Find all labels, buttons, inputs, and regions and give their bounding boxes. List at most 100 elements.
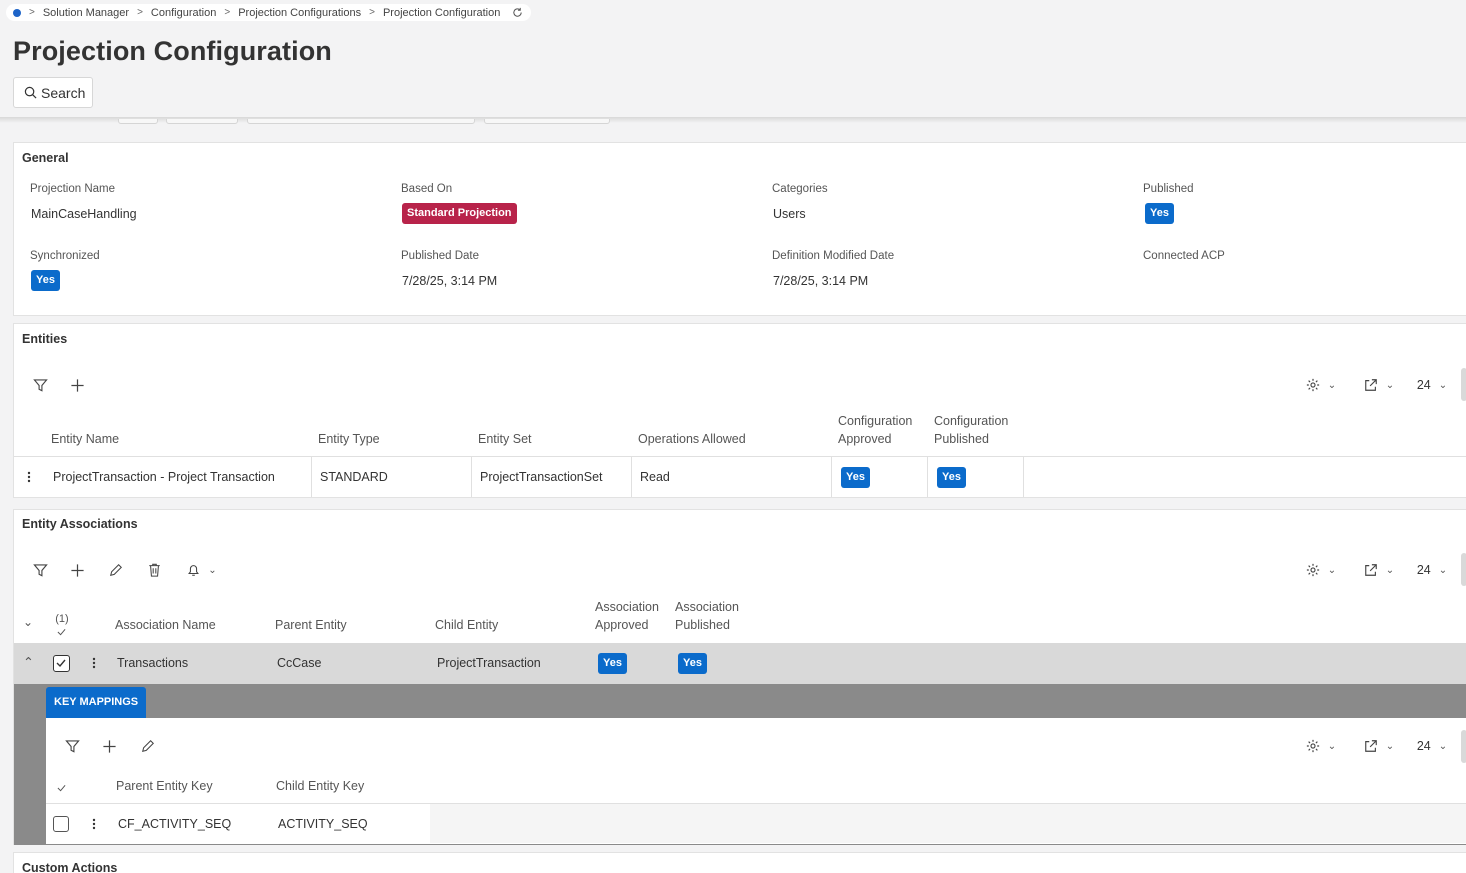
modified-date-value: 7/28/25, 3:14 PM (773, 274, 869, 288)
row-checkbox[interactable] (53, 816, 69, 832)
bell-icon (187, 563, 200, 577)
export-icon (1364, 378, 1378, 392)
chevron-down-icon: ⌄ (208, 564, 217, 576)
table-row[interactable]: ProjectTransaction - Project Transaction… (14, 457, 1466, 497)
published-badge: Yes (678, 653, 707, 674)
published-date-value: 7/28/25, 3:14 PM (402, 274, 498, 288)
expand-all-icon[interactable]: ⌄ (23, 615, 33, 629)
entity-set-cell: ProjectTransactionSet (480, 470, 603, 484)
page-title: Projection Configuration (13, 36, 332, 66)
page-size-select[interactable]: 24 ⌄ (1414, 560, 1450, 580)
cell-divider (631, 457, 632, 497)
parent-entity-cell: CcCase (277, 656, 322, 670)
projection-name-value: MainCaseHandling (31, 207, 137, 221)
export-menu-button[interactable]: ⌄ (1359, 560, 1399, 580)
delete-icon[interactable] (144, 560, 164, 580)
child-entity-cell: ProjectTransaction (437, 656, 541, 670)
settings-menu-button[interactable]: ⌄ (1301, 375, 1341, 395)
panel-title: Entity Associations (22, 517, 138, 531)
selected-count: (1) (55, 613, 69, 625)
chevron-down-icon: ⌄ (1327, 379, 1337, 391)
column-header[interactable]: Parent Entity Key (116, 777, 213, 795)
hidden-toolbar-button (484, 119, 610, 124)
field-label: Synchronized (30, 250, 100, 262)
column-header[interactable]: Association Published (675, 598, 739, 634)
breadcrumb-item[interactable]: Projection Configurations (238, 7, 361, 19)
export-menu-button[interactable]: ⌄ (1359, 375, 1399, 395)
settings-menu-button[interactable]: ⌄ (1301, 560, 1341, 580)
column-header[interactable]: Child Entity (435, 616, 498, 634)
column-header[interactable]: Child Entity Key (276, 777, 364, 795)
export-menu-button[interactable]: ⌄ (1359, 736, 1399, 756)
search-button[interactable]: Search (13, 77, 93, 108)
gear-icon (1306, 563, 1320, 577)
field-label: Published (1143, 183, 1194, 195)
row-detail-area: KEY MAPPINGS ⌄ ⌄ 24 ⌄ Parent Entity Key … (14, 684, 1466, 845)
settings-menu-button[interactable]: ⌄ (1301, 736, 1341, 756)
panel-side-handle[interactable] (1461, 553, 1466, 586)
chevron-down-icon: ⌄ (1438, 740, 1448, 752)
entity-type-cell: STANDARD (320, 470, 388, 484)
hidden-toolbar-button (166, 119, 238, 124)
edit-icon[interactable] (138, 736, 158, 756)
table-row[interactable]: ⌄ Transactions CcCase ProjectTransaction… (14, 643, 1466, 684)
column-header[interactable]: Operations Allowed (638, 430, 746, 448)
empty-row-area (430, 804, 1466, 843)
add-icon[interactable] (67, 560, 87, 580)
breadcrumb-item[interactable]: Solution Manager (43, 7, 129, 19)
column-header[interactable]: Association Approved (595, 598, 659, 634)
row-menu-icon[interactable] (87, 653, 101, 673)
column-header[interactable]: Parent Entity (275, 616, 347, 634)
page-size-select[interactable]: 24 ⌄ (1414, 375, 1450, 395)
chevron-down-icon: ⌄ (1438, 564, 1448, 576)
approved-badge: Yes (841, 467, 870, 488)
refresh-icon[interactable] (512, 7, 523, 18)
tab-key-mappings[interactable]: KEY MAPPINGS (46, 687, 147, 718)
table-row[interactable]: CF_ACTIVITY_SEQ ACTIVITY_SEQ (46, 804, 430, 843)
search-icon (24, 86, 37, 99)
column-header[interactable]: Entity Type (318, 430, 380, 448)
field-label: Based On (401, 183, 453, 195)
notification-menu-button[interactable]: ⌄ (182, 560, 222, 580)
entities-panel: Entities ⌄ ⌄ 24 ⌄ Entity Name Entity Typ… (13, 323, 1466, 498)
panel-title: Custom Actions (22, 861, 118, 873)
home-icon[interactable] (13, 8, 21, 17)
operations-cell: Read (640, 470, 670, 484)
select-all-check-icon[interactable] (57, 784, 66, 792)
field-label: Definition Modified Date (772, 250, 895, 262)
export-icon (1364, 563, 1378, 577)
field-label: Published Date (401, 250, 479, 262)
column-header[interactable]: Association Name (115, 616, 216, 634)
row-menu-icon[interactable] (22, 467, 36, 487)
breadcrumb-item[interactable]: Configuration (151, 7, 216, 19)
panel-side-handle[interactable] (1461, 730, 1466, 763)
page-size-value: 24 (1416, 378, 1431, 392)
filter-icon[interactable] (30, 560, 50, 580)
edit-icon[interactable] (106, 560, 126, 580)
row-checkbox[interactable] (53, 655, 70, 672)
filter-icon[interactable] (30, 375, 50, 395)
hidden-toolbar-button (247, 119, 475, 124)
based-on-badge: Standard Projection (402, 203, 517, 224)
column-header[interactable]: Entity Name (51, 430, 119, 448)
chevron-down-icon: ⌄ (1385, 564, 1395, 576)
breadcrumb: > Solution Manager > Configuration > Pro… (6, 4, 532, 21)
cell-divider (471, 457, 472, 497)
chevron-right-icon: > (369, 7, 375, 18)
chevron-down-icon: ⌄ (1385, 740, 1395, 752)
add-icon[interactable] (67, 375, 87, 395)
filter-icon[interactable] (62, 736, 82, 756)
cell-divider (1023, 457, 1024, 497)
select-all-check-icon[interactable] (57, 628, 66, 636)
page-size-select[interactable]: 24 ⌄ (1414, 736, 1450, 756)
panel-side-handle[interactable] (1461, 368, 1466, 401)
export-icon (1364, 739, 1378, 753)
column-header[interactable]: Configuration Approved (838, 412, 912, 448)
row-menu-icon[interactable] (87, 814, 101, 834)
approved-badge: Yes (598, 653, 627, 674)
add-icon[interactable] (99, 736, 119, 756)
column-header[interactable]: Configuration Published (934, 412, 1008, 448)
collapse-row-icon[interactable]: ⌄ (23, 653, 34, 669)
chevron-down-icon: ⌄ (1327, 564, 1337, 576)
column-header[interactable]: Entity Set (478, 430, 532, 448)
